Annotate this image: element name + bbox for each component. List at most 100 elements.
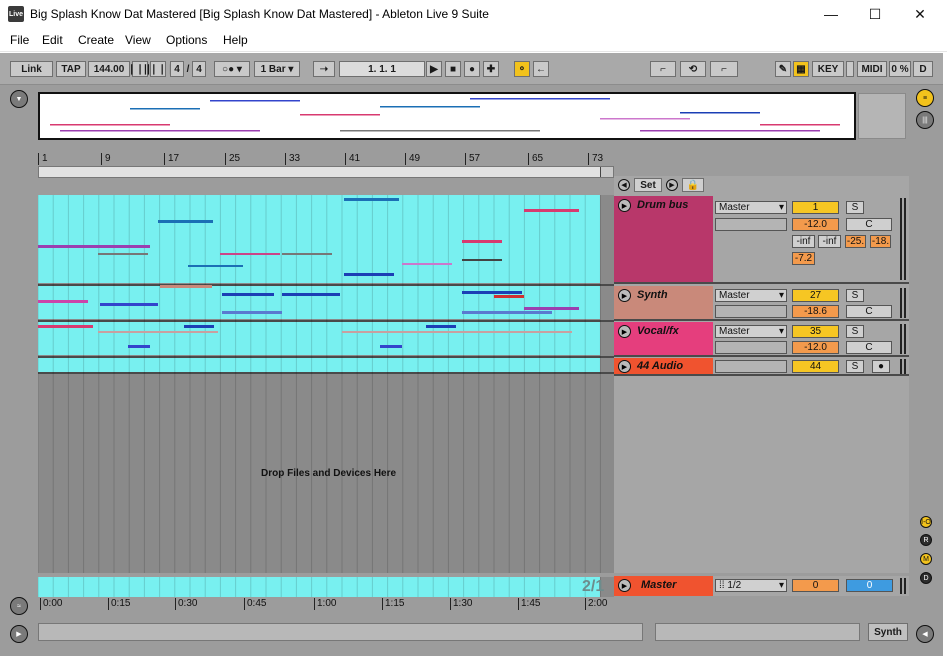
clip-area[interactable] [38, 358, 600, 372]
returns-toggle-icon[interactable]: R [920, 534, 932, 546]
automation-arm-icon[interactable]: ⚬ [514, 61, 530, 77]
menu-create[interactable]: Create [78, 33, 114, 47]
track-header[interactable]: ▶ Synth [614, 286, 713, 319]
track-44-audio[interactable]: ▶ 44 Audio 44 S ● [614, 358, 909, 376]
song-position-field[interactable]: 1. 1. 1 [339, 61, 425, 77]
loop-brace-bar[interactable] [38, 166, 614, 178]
track-pan[interactable]: C [846, 305, 892, 318]
menu-edit[interactable]: Edit [42, 33, 63, 47]
track-pan[interactable]: C [846, 341, 892, 354]
key-map-button[interactable]: KEY [812, 61, 844, 77]
signature-denominator[interactable]: 4 [192, 61, 206, 77]
metronome-icon[interactable]: ○● ▾ [214, 61, 250, 77]
output-channel[interactable] [715, 341, 787, 354]
menu-options[interactable]: Options [166, 33, 207, 47]
arrangement-view[interactable]: Drop Files and Devices Here [38, 195, 614, 573]
track-lane-synth[interactable] [38, 284, 614, 319]
record-icon[interactable]: ● [464, 61, 480, 77]
track-activator[interactable]: 27 [792, 289, 839, 302]
master-lane[interactable]: 2/1 [38, 577, 614, 597]
hide-detail-view-icon[interactable]: ◀ [916, 625, 934, 643]
track-synth[interactable]: ▶ Synth Master ▾ 27 S -18.6 C [614, 286, 909, 321]
output-channel[interactable] [715, 305, 787, 318]
minimize-button[interactable]: — [808, 0, 854, 28]
overdub-icon[interactable]: ✚ [483, 61, 499, 77]
track-fold-icon[interactable]: ▶ [618, 325, 631, 338]
track-drum-bus[interactable]: ▶ Drum bus Master ▾ 1 S -12.0 C -inf -inf… [614, 196, 909, 284]
track-vocal-fx[interactable]: ▶ Vocal/fx Master ▾ 35 S -12.0 C [614, 322, 909, 357]
previous-locator-icon[interactable]: ◀ [618, 179, 630, 191]
track-pan[interactable]: C [846, 218, 892, 231]
session-view-icon[interactable]: ||| [916, 111, 934, 129]
menu-help[interactable]: Help [223, 33, 248, 47]
mixer-toggle-icon[interactable]: M [920, 553, 932, 565]
tempo-field[interactable]: 144.00 [88, 61, 130, 77]
output-routing[interactable]: Master ▾ [715, 289, 787, 302]
track-fold-icon[interactable]: ▶ [618, 199, 631, 212]
loop-brace[interactable] [39, 167, 601, 177]
track-volume[interactable]: -12.0 [792, 341, 839, 354]
tap-button[interactable]: TAP [56, 61, 86, 77]
track-activator[interactable]: 44 [792, 360, 839, 373]
track-header[interactable]: ▶ Master [614, 576, 713, 596]
input-routing[interactable] [715, 360, 787, 373]
close-button[interactable]: ✕ [897, 0, 943, 28]
track-header[interactable]: ▶ 44 Audio [614, 358, 713, 374]
computer-midi-keyboard-icon[interactable]: ▦ [793, 61, 809, 77]
hide-browser-icon[interactable]: ▼ [10, 90, 28, 108]
beat-time-ruler[interactable]: 1 9 17 25 33 41 49 57 65 73 [38, 153, 614, 165]
delay-toggle-icon[interactable]: D [920, 572, 932, 584]
output-channel[interactable] [715, 218, 787, 231]
clip-area[interactable] [38, 322, 600, 355]
solo-button[interactable]: S [846, 325, 864, 338]
send-level[interactable]: -7.2 [792, 252, 815, 265]
loop-switch-icon[interactable]: ⟲ [680, 61, 706, 77]
clip-area[interactable] [38, 286, 600, 319]
back-to-arrangement-icon[interactable]: ← [533, 61, 549, 77]
punch-in-icon[interactable]: ⌐ [650, 61, 676, 77]
follow-icon[interactable]: ➝ [313, 61, 335, 77]
track-fold-icon[interactable]: ▶ [618, 360, 631, 373]
track-activator[interactable]: 35 [792, 325, 839, 338]
track-header[interactable]: ▶ Vocal/fx [614, 322, 713, 355]
arrangement-view-icon[interactable]: ≡ [916, 89, 934, 107]
track-activator[interactable]: 1 [792, 201, 839, 214]
set-locator-button[interactable]: Set [634, 178, 662, 192]
track-volume[interactable]: -18.6 [792, 305, 839, 318]
show-info-view-icon[interactable]: ▶ [10, 625, 28, 643]
track-fold-icon[interactable]: ▶ [618, 579, 631, 592]
nudge-up-icon[interactable]: ❘❘❘❘ [141, 61, 175, 77]
detail-view-selector[interactable]: Synth [868, 623, 908, 641]
track-lane-drum-bus[interactable] [38, 195, 614, 283]
menu-view[interactable]: View [125, 33, 151, 47]
track-lane-vocal-fx[interactable] [38, 320, 614, 355]
quantize-menu[interactable]: 1 Bar ▾ [254, 61, 300, 77]
link-button[interactable]: Link [10, 61, 53, 77]
track-lane-44-audio[interactable] [38, 356, 614, 374]
output-routing[interactable]: Master ▾ [715, 201, 787, 214]
next-locator-icon[interactable]: ▶ [666, 179, 678, 191]
track-fold-icon[interactable]: ▶ [618, 289, 631, 302]
solo-button[interactable]: S [846, 360, 864, 373]
master-output-routing[interactable]: ⁞⁞ 1/2 ▾ [715, 579, 787, 592]
solo-button[interactable]: S [846, 289, 864, 302]
track-header[interactable]: ▶ Drum bus [614, 196, 713, 282]
lock-icon[interactable]: 🔒 [682, 178, 704, 192]
master-volume[interactable]: 0 [792, 579, 839, 592]
master-clip-area[interactable] [38, 577, 600, 597]
clip-area[interactable] [38, 195, 600, 283]
time-ruler[interactable]: 0:00 0:15 0:30 0:45 1:00 1:15 1:30 1:45 … [38, 597, 614, 611]
solo-button[interactable]: S [846, 201, 864, 214]
play-icon[interactable]: ▶ [426, 61, 442, 77]
midi-map-button[interactable]: MIDI [857, 61, 887, 77]
punch-out-icon[interactable]: ⌐ [710, 61, 738, 77]
menu-file[interactable]: File [10, 33, 29, 47]
output-routing[interactable]: Master ▾ [715, 325, 787, 338]
io-toggle-icon[interactable]: I-O [920, 516, 932, 528]
arrangement-overview[interactable] [38, 92, 856, 140]
automation-toggle-icon[interactable]: ≈ [10, 597, 28, 615]
stop-icon[interactable]: ■ [445, 61, 461, 77]
track-master[interactable]: ▶ Master ⁞⁞ 1/2 ▾ 0 0 [614, 576, 909, 596]
arm-record-icon[interactable]: ● [872, 360, 890, 373]
master-pan[interactable]: 0 [846, 579, 893, 592]
